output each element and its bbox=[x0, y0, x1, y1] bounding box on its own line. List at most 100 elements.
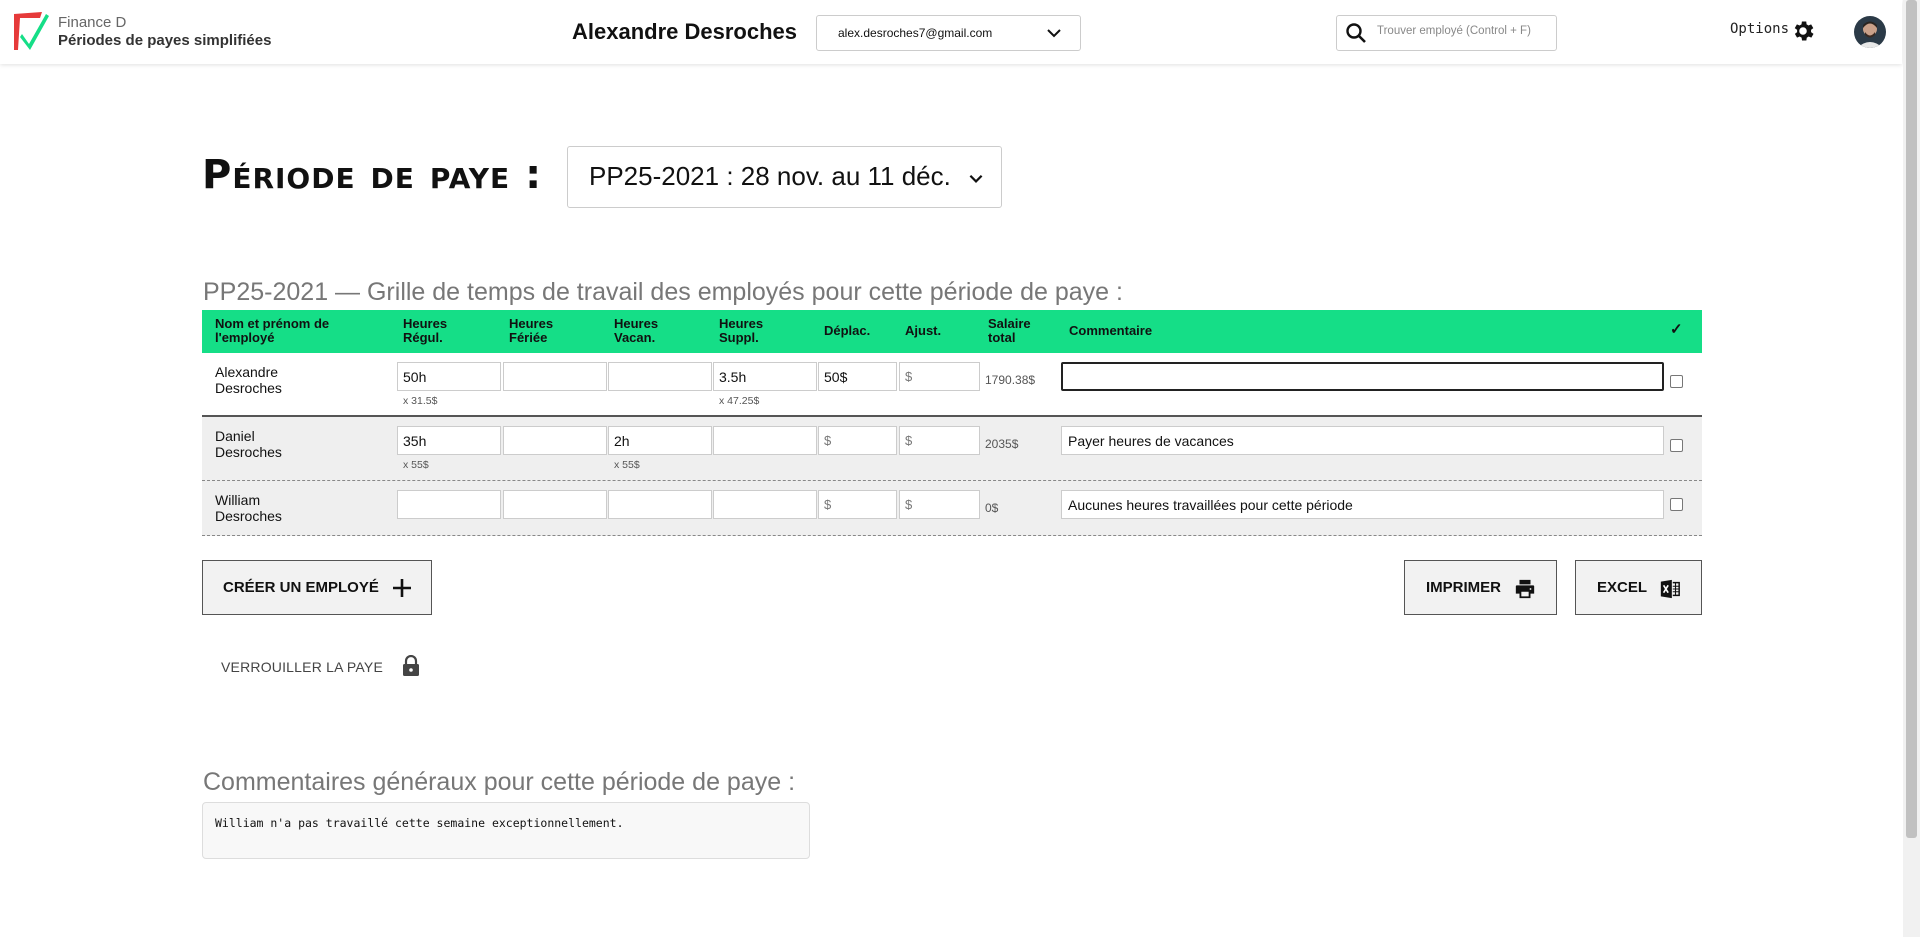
col-holiday-header: Heures Fériée bbox=[509, 317, 553, 345]
chevron-down-icon bbox=[1047, 29, 1061, 38]
scrollbar-thumb[interactable] bbox=[1906, 0, 1917, 838]
overtime-hours-input[interactable]: 3.5h bbox=[713, 362, 817, 391]
brand[interactable]: Finance D Périodes de payes simplifiées bbox=[58, 14, 271, 49]
avatar[interactable] bbox=[1854, 16, 1886, 48]
lock-payroll-link[interactable]: VERROUILLER LA PAYE bbox=[221, 659, 383, 675]
travel-input[interactable]: $ bbox=[818, 426, 897, 455]
travel-input[interactable]: 50$ bbox=[818, 362, 897, 391]
salary-total: 0$ bbox=[985, 501, 999, 515]
col-vacation-line1: Heures bbox=[614, 316, 659, 331]
excel-icon bbox=[1660, 579, 1680, 599]
timesheet-grid: Nom et prénom de l'employé Heures Régul. H… bbox=[202, 310, 1702, 536]
col-comment-header: Commentaire bbox=[1069, 323, 1153, 338]
col-name-header: Nom et prénom de l'employé bbox=[215, 317, 329, 345]
general-comments-title: Commentaires généraux pour cette période… bbox=[203, 768, 796, 796]
create-employee-label: CRÉER UN EMPLOYÉ bbox=[223, 579, 379, 596]
col-regular-header: Heures Régul. bbox=[403, 317, 447, 345]
col-check-header: ✓ bbox=[1670, 321, 1683, 338]
salary-total: 1790.38$ bbox=[985, 373, 1036, 387]
email-value: alex.desroches7@gmail.com bbox=[838, 26, 993, 40]
col-salary-line2: total bbox=[988, 330, 1016, 345]
employee-name[interactable]: Daniel Desroches bbox=[215, 428, 282, 460]
col-overtime-header: Heures Suppl. bbox=[719, 317, 763, 345]
printer-icon bbox=[1515, 579, 1535, 599]
table-row: William Desroches $ $ 0$ Aucunes heures t… bbox=[202, 481, 1702, 536]
employee-first-name: William bbox=[215, 492, 261, 508]
general-comments-textarea[interactable]: William n'a pas travaillé cette semaine … bbox=[202, 802, 810, 859]
brand-tagline: Périodes de payes simplifiées bbox=[58, 32, 272, 49]
brand-name: Finance D bbox=[58, 14, 127, 31]
holiday-hours-input[interactable] bbox=[503, 362, 607, 391]
col-vacation-line2: Vacan. bbox=[614, 330, 656, 345]
adjust-input[interactable]: $ bbox=[899, 426, 980, 455]
finance-d-logo[interactable] bbox=[12, 10, 50, 52]
grid-header: Nom et prénom de l'employé Heures Régul. H… bbox=[202, 310, 1702, 353]
employee-last-name: Desroches bbox=[215, 380, 282, 396]
comment-input[interactable] bbox=[1061, 362, 1664, 391]
employee-name[interactable]: William Desroches bbox=[215, 492, 282, 524]
comment-input[interactable]: Payer heures de vacances bbox=[1061, 426, 1664, 455]
email-select[interactable]: alex.desroches7@gmail.com bbox=[816, 15, 1081, 51]
regular-hours-input[interactable] bbox=[397, 490, 501, 519]
pay-period-select[interactable]: PP25-2021 : 28 nov. au 11 déc. bbox=[567, 146, 1002, 208]
gear-icon[interactable] bbox=[1790, 18, 1816, 44]
col-salary-line1: Salaire bbox=[988, 316, 1031, 331]
employee-last-name: Desroches bbox=[215, 508, 282, 524]
grid-title: PP25-2021 — Grille de temps de travail d… bbox=[203, 278, 1123, 306]
user-avatar-icon bbox=[1857, 21, 1883, 48]
current-user-name: Alexandre Desroches bbox=[572, 19, 797, 44]
pay-period-value: PP25-2021 : 28 nov. au 11 déc. bbox=[589, 161, 951, 191]
col-regular-line1: Heures bbox=[403, 316, 448, 331]
employee-search[interactable] bbox=[1336, 15, 1557, 51]
search-input[interactable] bbox=[1377, 25, 1547, 37]
col-adjust-header: Ajust. bbox=[905, 323, 942, 338]
print-label: IMPRIMER bbox=[1426, 579, 1501, 596]
col-overtime-line2: Suppl. bbox=[719, 330, 759, 345]
employee-first-name: Alexandre bbox=[215, 364, 279, 380]
excel-label: EXCEL bbox=[1597, 579, 1648, 596]
vacation-rate: x 55$ bbox=[614, 459, 640, 471]
overtime-hours-input[interactable] bbox=[713, 490, 817, 519]
regular-hours-input[interactable]: 50h bbox=[397, 362, 501, 391]
vacation-hours-input[interactable] bbox=[608, 362, 712, 391]
salary-total: 2035$ bbox=[985, 437, 1019, 451]
comment-input[interactable]: Aucunes heures travaillées pour cette pé… bbox=[1061, 490, 1664, 519]
employee-first-name: Daniel bbox=[215, 428, 255, 444]
regular-rate: x 31.5$ bbox=[403, 395, 438, 407]
holiday-hours-input[interactable] bbox=[503, 490, 607, 519]
plus-icon bbox=[393, 579, 411, 597]
overtime-hours-input[interactable] bbox=[713, 426, 817, 455]
top-bar: Finance D Périodes de payes simplifiées … bbox=[0, 0, 1902, 64]
excel-export-button[interactable]: EXCEL bbox=[1575, 560, 1702, 615]
page-scrollbar[interactable] bbox=[1903, 0, 1920, 937]
row-checkbox[interactable] bbox=[1670, 375, 1683, 388]
table-row: Alexandre Desroches 50h x 31.5$ 3.5h x 47… bbox=[202, 353, 1702, 417]
row-checkbox[interactable] bbox=[1670, 439, 1683, 452]
chevron-down-icon bbox=[969, 174, 983, 183]
col-holiday-line1: Heures bbox=[509, 316, 554, 331]
col-regular-line2: Régul. bbox=[403, 330, 443, 345]
period-label: Période de paye : bbox=[202, 152, 543, 198]
create-employee-button[interactable]: CRÉER UN EMPLOYÉ bbox=[202, 560, 432, 615]
travel-input[interactable]: $ bbox=[818, 490, 897, 519]
col-name-line2: l'employé bbox=[215, 330, 275, 345]
options-label[interactable]: Options bbox=[1730, 21, 1789, 37]
vacation-hours-input[interactable] bbox=[608, 490, 712, 519]
col-vacation-header: Heures Vacan. bbox=[614, 317, 658, 345]
employee-last-name: Desroches bbox=[215, 444, 282, 460]
adjust-input[interactable]: $ bbox=[899, 490, 980, 519]
regular-hours-input[interactable]: 35h bbox=[397, 426, 501, 455]
search-icon bbox=[1346, 23, 1366, 43]
col-name-line1: Nom et prénom de bbox=[215, 316, 330, 331]
col-holiday-line2: Fériée bbox=[509, 330, 548, 345]
employee-name[interactable]: Alexandre Desroches bbox=[215, 364, 282, 396]
overtime-rate: x 47.25$ bbox=[719, 395, 760, 407]
col-overtime-line1: Heures bbox=[719, 316, 764, 331]
row-checkbox[interactable] bbox=[1670, 498, 1683, 511]
adjust-input[interactable]: $ bbox=[899, 362, 980, 391]
vacation-hours-input[interactable]: 2h bbox=[608, 426, 712, 455]
col-salary-header: Salaire total bbox=[988, 317, 1031, 345]
lock-icon[interactable] bbox=[402, 655, 420, 677]
holiday-hours-input[interactable] bbox=[503, 426, 607, 455]
print-button[interactable]: IMPRIMER bbox=[1404, 560, 1557, 615]
